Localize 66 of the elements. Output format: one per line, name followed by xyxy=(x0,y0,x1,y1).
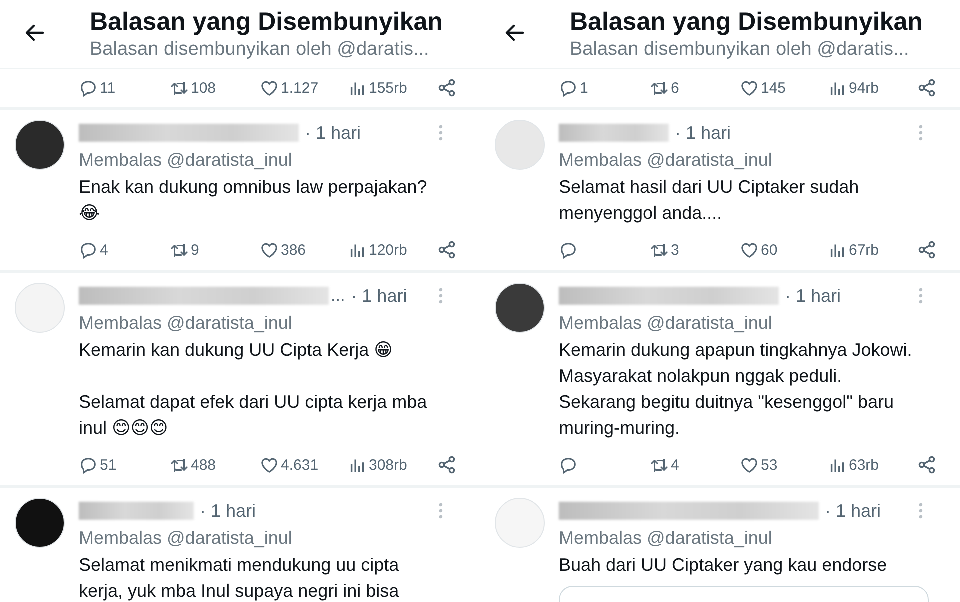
reply-icon[interactable] xyxy=(79,240,98,260)
reply-icon[interactable] xyxy=(559,78,578,98)
reply-text: Selamat hasil dari UU Ciptaker sudah menyenggol anda.... xyxy=(559,176,860,225)
reply-text: Enak kan dukung omnibus law perpajakan? 😂 xyxy=(79,176,428,225)
stat-count: 488 xyxy=(191,456,216,474)
post-time: · 1 hari xyxy=(351,286,408,306)
avatar-placeholder[interactable] xyxy=(15,120,65,170)
stat-count: 4 xyxy=(671,456,680,474)
stat-count: 9 xyxy=(191,242,200,258)
stat-count: 6 xyxy=(671,80,680,96)
reply-icon[interactable] xyxy=(79,456,98,474)
stat-count: 108 xyxy=(191,80,216,96)
post-time: · 1 hari xyxy=(305,122,362,144)
avatar-placeholder[interactable] xyxy=(495,283,545,333)
replying-to: Membalas @daratista_inul xyxy=(559,527,774,550)
stat-count: 155rb xyxy=(369,80,408,96)
stat-count: 4.631 xyxy=(281,456,319,474)
replying-to: Membalas @daratista_inul xyxy=(79,312,294,335)
heart-icon[interactable] xyxy=(260,456,279,474)
page-subtitle: Balasan disembunyikan oleh @daratis... xyxy=(90,38,430,62)
replying-to: Membalas @daratista_inul xyxy=(559,149,774,172)
stat-count: 120rb xyxy=(369,242,408,258)
heart-icon[interactable] xyxy=(740,240,759,260)
stat-count: 51 xyxy=(100,456,117,474)
stat-count: 145 xyxy=(761,80,786,96)
replying-to: Membalas @daratista_inul xyxy=(79,527,294,550)
stat-count: 3 xyxy=(671,242,680,258)
post-time: · 1 hari xyxy=(785,286,842,306)
heart-icon[interactable] xyxy=(740,78,759,98)
page-subtitle: Balasan disembunyikan oleh @daratis... xyxy=(570,38,910,62)
reply-icon[interactable] xyxy=(79,78,98,98)
stat-count: 60 xyxy=(761,242,778,258)
stat-count: 386 xyxy=(281,242,306,258)
post-time: · 1 hari xyxy=(825,500,882,522)
reply-text: Kemarin dukung apapun tingkahnya Jokowi. Masyarakat nolakpun nggak peduli. Sekarang begitu duitnya "kesenggol" baru muring-muring. xyxy=(559,339,914,440)
share-icon[interactable] xyxy=(917,240,937,260)
avatar-placeholder[interactable] xyxy=(15,498,65,548)
share-icon[interactable] xyxy=(437,455,457,475)
share-icon[interactable] xyxy=(917,455,937,475)
stat-count: 53 xyxy=(761,456,778,474)
reply-icon[interactable] xyxy=(559,240,578,260)
stat-count: 67rb xyxy=(849,242,880,258)
page-title: Balasan yang Disembunyikan xyxy=(570,7,923,37)
name-ellipsis: ... xyxy=(331,286,346,306)
reply-icon[interactable] xyxy=(559,456,578,474)
share-icon[interactable] xyxy=(917,78,937,98)
stat-count: 63rb xyxy=(849,456,880,474)
stat-count: 1.127 xyxy=(281,80,319,96)
stat-count: 4 xyxy=(100,242,108,258)
reply-text: Selamat menikmati mendukung uu cipta kerja, yuk mba Inul supaya negri ini bisa xyxy=(79,554,400,602)
reply-text: Buah dari UU Ciptaker yang kau endorse xyxy=(559,554,888,577)
replying-to: Membalas @daratista_inul xyxy=(79,149,294,172)
replying-to: Membalas @daratista_inul xyxy=(559,312,774,335)
stat-count: 1 xyxy=(580,80,588,96)
stat-count: 94rb xyxy=(849,80,880,96)
heart-icon[interactable] xyxy=(260,78,279,98)
share-icon[interactable] xyxy=(437,78,457,98)
post-time: · 1 hari xyxy=(675,122,732,144)
heart-icon[interactable] xyxy=(740,456,759,474)
stat-count: 11 xyxy=(100,80,116,96)
reply-text: Kemarin kan dukung UU Cipta Kerja 😁 Selamat dapat efek dari UU cipta kerja mba inul 😊😊😊 xyxy=(79,339,428,440)
share-icon[interactable] xyxy=(437,240,457,260)
heart-icon[interactable] xyxy=(260,240,279,260)
page-title: Balasan yang Disembunyikan xyxy=(90,7,443,37)
stat-count: 308rb xyxy=(369,456,408,474)
post-time: · 1 hari xyxy=(200,500,256,522)
